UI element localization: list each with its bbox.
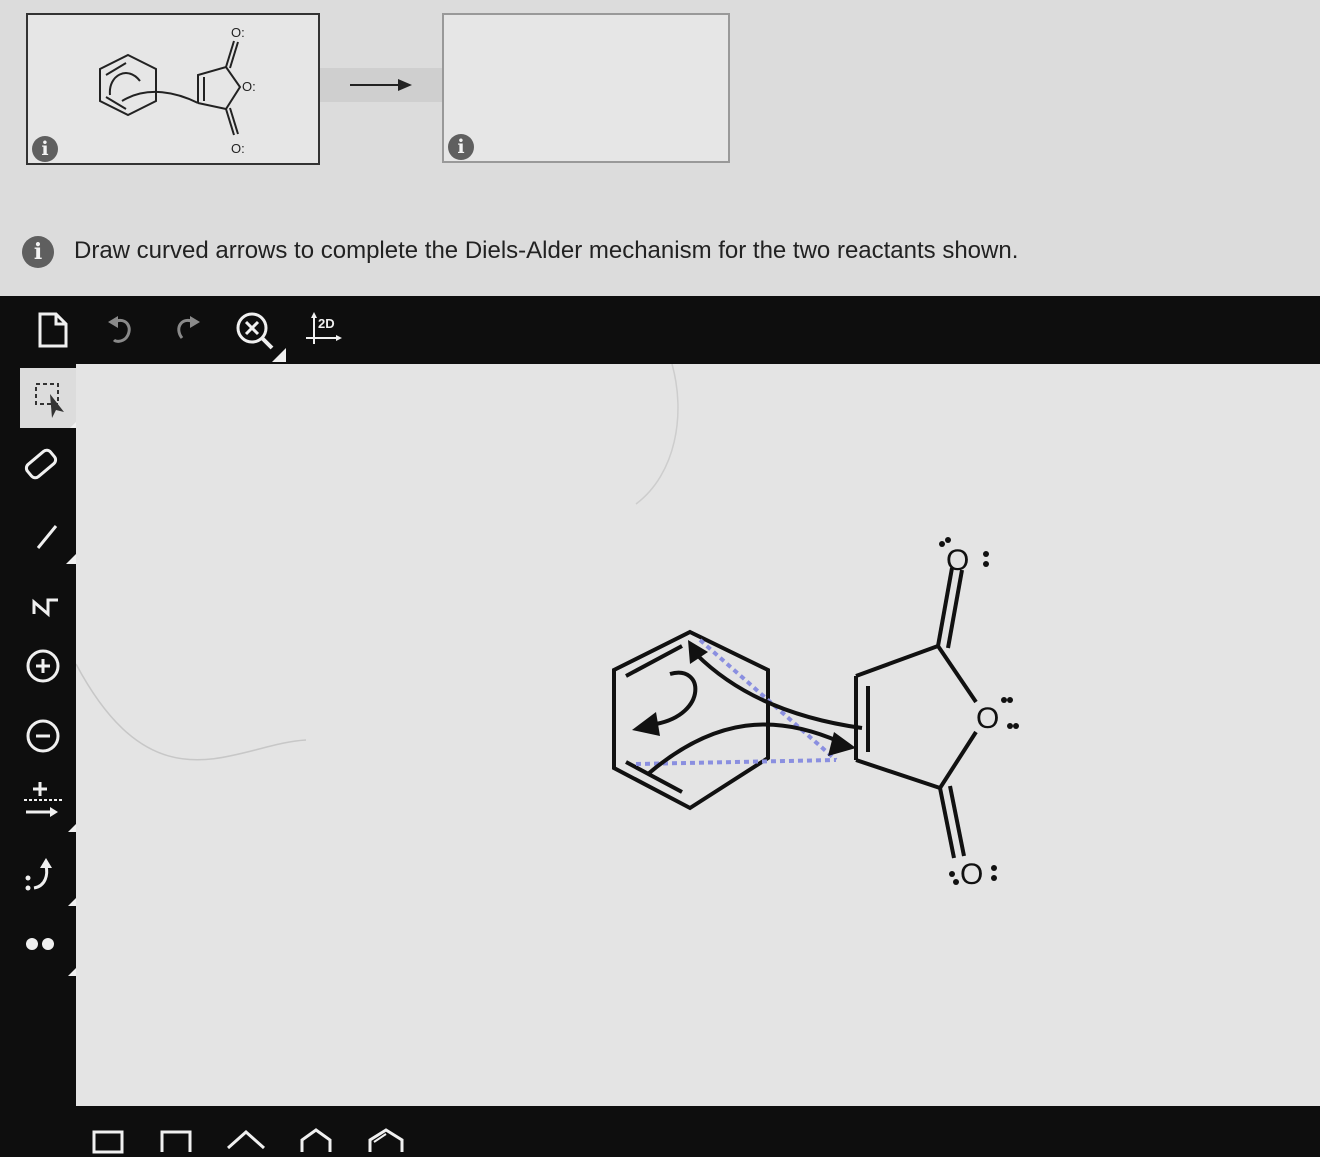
redo-icon[interactable] <box>164 308 208 352</box>
instruction-info-icon[interactable]: i <box>22 236 54 268</box>
new-document-icon[interactable] <box>32 308 76 352</box>
drawing-canvas[interactable]: O O O <box>76 364 1320 1106</box>
svg-text:O:: O: <box>231 25 245 40</box>
chain-icon[interactable] <box>12 574 70 632</box>
bond-icon[interactable] <box>12 508 80 566</box>
benzene-icon[interactable] <box>364 1124 408 1154</box>
svg-text:O:: O: <box>242 79 256 94</box>
reactants-thumbnail: O: O: O: <box>99 25 256 156</box>
oxygen-bottom: O <box>960 858 983 891</box>
negative-charge-icon[interactable] <box>12 708 70 766</box>
mechanism-strip: O: O: O: i i <box>0 0 1320 190</box>
structure-editor: 2D O O O <box>0 296 1320 1157</box>
electron-arrow-icon[interactable] <box>12 774 82 832</box>
instruction-row: i Draw curved arrows to complete the Die… <box>22 228 1302 268</box>
clean-2d-label: 2D <box>318 316 335 331</box>
forming-bonds <box>635 638 838 766</box>
curved-arrow-icon[interactable] <box>12 848 82 906</box>
svg-text:O:: O: <box>231 141 245 156</box>
clean-zoom-icon[interactable] <box>232 308 290 362</box>
reactants-info-icon[interactable]: i <box>32 136 58 162</box>
lone-pair-icon[interactable] <box>12 918 82 976</box>
reaction-arrow-connector <box>320 68 442 102</box>
maleic-anhydride <box>854 567 978 859</box>
top-toolbar: 2D <box>0 296 1320 362</box>
mechanism-molecule: O O O <box>76 364 1019 891</box>
positive-charge-icon[interactable] <box>12 638 70 696</box>
cyclohexane-icon[interactable] <box>296 1124 340 1154</box>
cyclopentane-icon[interactable] <box>224 1124 268 1154</box>
product-info-icon[interactable]: i <box>448 134 474 160</box>
reaction-arrow-icon <box>350 79 412 91</box>
cyclopropane-icon[interactable] <box>88 1124 132 1154</box>
clean-2d-icon[interactable]: 2D <box>302 308 346 352</box>
undo-icon[interactable] <box>100 308 144 352</box>
cyclobutane-icon[interactable] <box>156 1124 200 1154</box>
oxygen-ring: O <box>976 702 999 735</box>
selection-icon[interactable] <box>20 368 84 428</box>
eraser-icon[interactable] <box>12 434 70 492</box>
bottom-toolbar <box>0 1118 1320 1157</box>
left-toolbar <box>0 362 84 1122</box>
reactants-panel[interactable]: O: O: O: i <box>26 13 320 165</box>
instruction-text: Draw curved arrows to complete the Diels… <box>74 237 1019 264</box>
oxygen-top: O <box>946 544 969 577</box>
product-panel[interactable]: i <box>442 13 730 163</box>
